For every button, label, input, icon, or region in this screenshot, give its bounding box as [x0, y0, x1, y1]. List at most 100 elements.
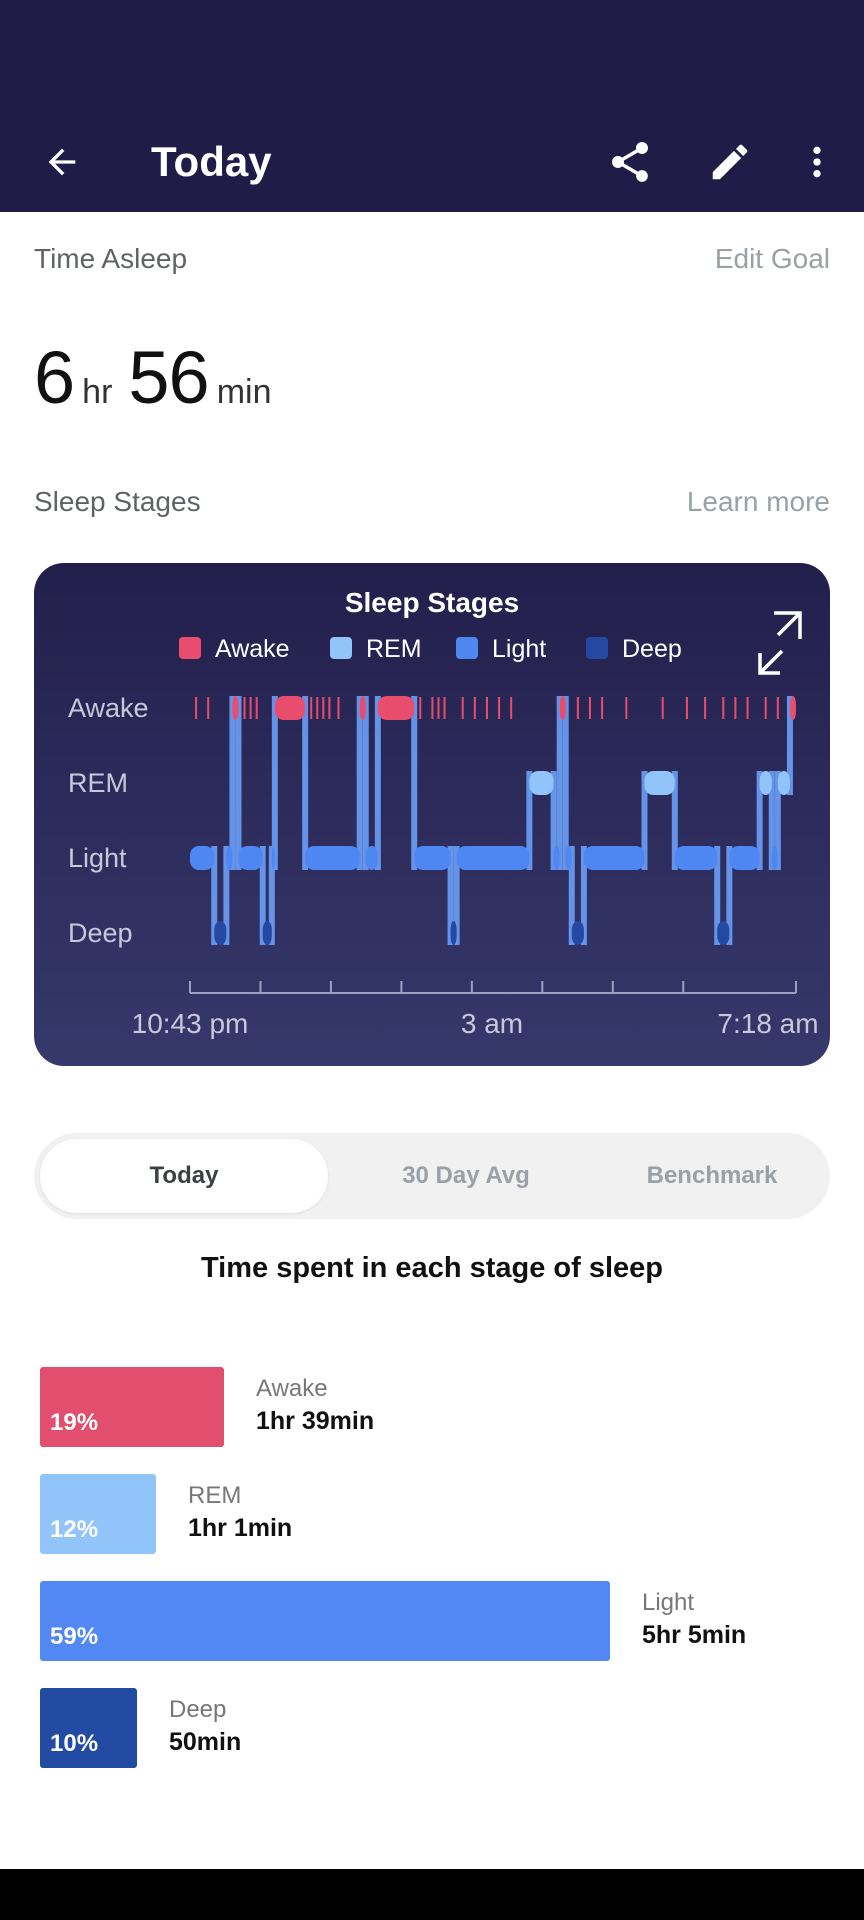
status-bar: [0, 0, 864, 112]
awake-blip: [764, 697, 767, 719]
awake-blip: [588, 697, 591, 719]
awake-blip: [734, 697, 737, 719]
stage-segment-light: [238, 846, 263, 870]
awake-blip: [328, 697, 331, 719]
awake-blip: [601, 697, 604, 719]
awake-blip: [243, 697, 246, 719]
stage-connector: [411, 696, 418, 870]
hours-unit: hr: [82, 373, 113, 411]
awake-blip: [776, 697, 779, 719]
minutes-unit: min: [216, 373, 272, 411]
legend-label-awake: Awake: [215, 635, 290, 663]
stage-duration: 5hr 5min: [642, 1621, 747, 1649]
stage-connector: [302, 696, 309, 870]
expand-icon[interactable]: [758, 611, 802, 675]
stage-connector: [271, 696, 278, 870]
awake-blip: [249, 697, 252, 719]
stage-segment-light: [729, 846, 760, 870]
stage-segment-light: [190, 846, 215, 870]
tab-benchmark[interactable]: Benchmark: [600, 1139, 824, 1213]
y-label-deep: Deep: [68, 918, 133, 948]
stage-label: Awake 1hr 39min: [256, 1375, 374, 1436]
stage-segment-rem: [759, 771, 772, 795]
awake-blip: [473, 697, 476, 719]
stage-name: REM: [188, 1482, 242, 1509]
stage-segment-deep: [214, 921, 227, 945]
stage-segment-light: [565, 846, 572, 870]
stage-segment-awake: [789, 696, 796, 720]
awake-blip: [337, 697, 340, 719]
awake-blip: [685, 697, 688, 719]
stage-summary-heading: Time spent in each stage of sleep: [200, 1252, 663, 1284]
stage-connector: [374, 696, 381, 870]
share-icon: [612, 142, 648, 182]
stage-segment-awake: [274, 696, 306, 720]
awake-blip: [498, 697, 501, 719]
awake-blip: [419, 697, 422, 719]
more-options-button[interactable]: [792, 132, 842, 192]
awake-blip: [625, 697, 628, 719]
stage-segment-light: [414, 846, 451, 870]
awake-blip: [310, 697, 313, 719]
stage-segment-awake: [359, 696, 366, 720]
stage-segment-light: [271, 846, 275, 870]
awake-blip: [207, 697, 210, 719]
legend-label-light: Light: [492, 635, 546, 663]
stage-connector: [229, 696, 236, 870]
awake-blip: [722, 697, 725, 719]
awake-blip: [576, 697, 579, 719]
stage-duration: 50min: [169, 1728, 242, 1756]
awake-blip: [195, 697, 198, 719]
awake-blip: [661, 697, 664, 719]
stage-segment-light: [365, 846, 378, 870]
stage-bar-rem: 12%: [40, 1474, 156, 1554]
stage-segment-awake: [377, 696, 415, 720]
y-label-awake: Awake: [68, 693, 149, 723]
sleep-stages-svg: Sleep Stages Awake REM Light Deep Awake REM Lig…: [68, 587, 819, 1039]
awake-blip: [704, 697, 707, 719]
awake-blip: [485, 697, 488, 719]
hours-value: 6: [34, 336, 75, 419]
time-asleep-value: 6 hr 56 min: [34, 335, 288, 420]
share-button[interactable]: [600, 132, 660, 192]
x-tick-label: 3 am: [461, 1008, 523, 1039]
stage-segment-light: [456, 846, 530, 870]
stage-segment-light: [305, 846, 360, 870]
learn-more-link[interactable]: Learn more: [687, 486, 830, 518]
stage-name: Deep: [169, 1696, 227, 1723]
y-label-light: Light: [68, 843, 127, 873]
edit-button[interactable]: [700, 132, 760, 192]
stage-segment-light: [674, 846, 718, 870]
minutes-value: 56: [128, 336, 209, 419]
y-label-rem: REM: [68, 768, 128, 798]
legend-swatch-light: [456, 637, 478, 659]
stage-segment-deep: [717, 921, 730, 945]
app-bar: Today: [0, 112, 864, 212]
back-button[interactable]: [34, 134, 90, 190]
stage-segment-awake: [232, 696, 239, 720]
stage-segment-deep: [450, 921, 457, 945]
legend-label-deep: Deep: [622, 635, 682, 663]
stage-segment-deep: [262, 921, 272, 945]
chart-title: Sleep Stages: [345, 587, 519, 618]
stage-segment-light: [583, 846, 645, 870]
stage-segment-rem: [529, 771, 554, 795]
stage-percent: 59%: [50, 1623, 99, 1650]
stage-segment-light: [553, 846, 560, 870]
stage-percent: 19%: [50, 1409, 99, 1436]
edit-goal-link[interactable]: Edit Goal: [715, 243, 830, 275]
sleep-stages-chart[interactable]: Sleep Stages Awake REM Light Deep Awake REM Lig…: [34, 563, 830, 1066]
stage-duration: 1hr 39min: [256, 1407, 375, 1435]
stage-segment-rem: [777, 771, 790, 795]
awake-blip: [316, 697, 319, 719]
stage-connector: [356, 696, 363, 870]
tab-today[interactable]: Today: [40, 1139, 328, 1213]
system-nav-bar: [0, 1869, 864, 1920]
stage-label: Light 5hr 5min: [642, 1589, 746, 1650]
tab-30-day-avg[interactable]: 30 Day Avg: [334, 1139, 598, 1213]
stage-row-deep: 10% Deep 50min: [40, 1688, 820, 1768]
legend-swatch-deep: [586, 637, 608, 659]
awake-blip: [437, 697, 440, 719]
awake-blip: [510, 697, 513, 719]
awake-blip: [255, 697, 258, 719]
